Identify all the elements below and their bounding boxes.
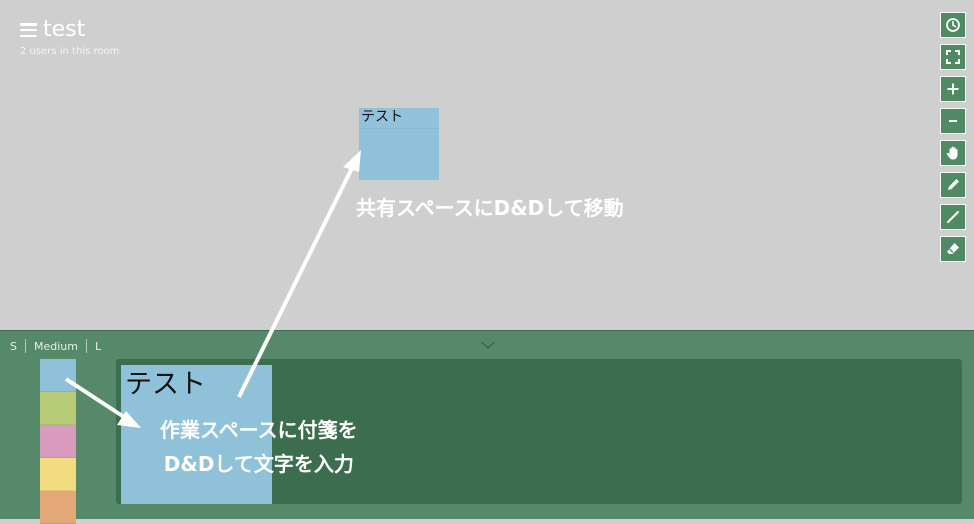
eraser-tool-button[interactable] bbox=[940, 236, 966, 262]
note-size-selector: S Medium L bbox=[10, 339, 109, 353]
size-option-l[interactable]: L bbox=[87, 340, 109, 353]
size-option-s[interactable]: S bbox=[10, 340, 25, 353]
note-color-palette bbox=[40, 359, 76, 524]
hamburger-menu-icon[interactable] bbox=[20, 23, 37, 37]
fullscreen-button[interactable] bbox=[940, 44, 966, 70]
color-swatch-green[interactable] bbox=[40, 392, 76, 425]
pan-tool-button[interactable] bbox=[940, 140, 966, 166]
zoom-in-icon bbox=[947, 83, 959, 95]
shared-board[interactable]: test 2 users in this room テスト 共有スペースにD&D… bbox=[0, 0, 974, 330]
zoom-out-icon bbox=[949, 120, 957, 122]
color-swatch-pink[interactable] bbox=[40, 425, 76, 458]
room-user-count: 2 users in this room bbox=[20, 46, 120, 57]
color-swatch-yellow[interactable] bbox=[40, 458, 76, 491]
color-swatch-blue[interactable] bbox=[40, 359, 76, 392]
clock-icon bbox=[946, 18, 960, 32]
room-header: test 2 users in this room bbox=[20, 18, 119, 57]
collapse-panel-chevron-icon[interactable] bbox=[480, 339, 496, 351]
annotation-move-to-shared: 共有スペースにD&Dして移動 bbox=[356, 196, 624, 220]
annotation-drag-to-workspace: 作業スペースに付箋を D&Dして文字を入力 bbox=[160, 413, 358, 481]
room-title: test bbox=[43, 17, 86, 42]
work-panel: S Medium L テスト bbox=[0, 330, 974, 524]
board-toolbar bbox=[940, 12, 966, 262]
size-option-medium[interactable]: Medium bbox=[26, 340, 86, 353]
pencil-icon bbox=[948, 179, 959, 190]
history-button[interactable] bbox=[940, 12, 966, 38]
zoom-in-button[interactable] bbox=[940, 76, 966, 102]
sticky-note-text[interactable]: テスト bbox=[121, 365, 272, 405]
annotation-line-2: D&Dして文字を入力 bbox=[163, 452, 354, 476]
color-swatch-orange[interactable] bbox=[40, 491, 76, 524]
line-tool-button[interactable] bbox=[940, 204, 966, 230]
pen-tool-button[interactable] bbox=[940, 172, 966, 198]
sticky-note-text: テスト bbox=[359, 108, 439, 129]
annotation-line-1: 作業スペースに付箋を bbox=[160, 418, 358, 442]
eraser-icon bbox=[947, 243, 959, 254]
zoom-out-button[interactable] bbox=[940, 108, 966, 134]
hand-icon bbox=[946, 146, 958, 160]
line-icon bbox=[947, 211, 959, 223]
fullscreen-icon bbox=[946, 50, 960, 64]
shared-sticky-note[interactable]: テスト bbox=[359, 108, 439, 180]
